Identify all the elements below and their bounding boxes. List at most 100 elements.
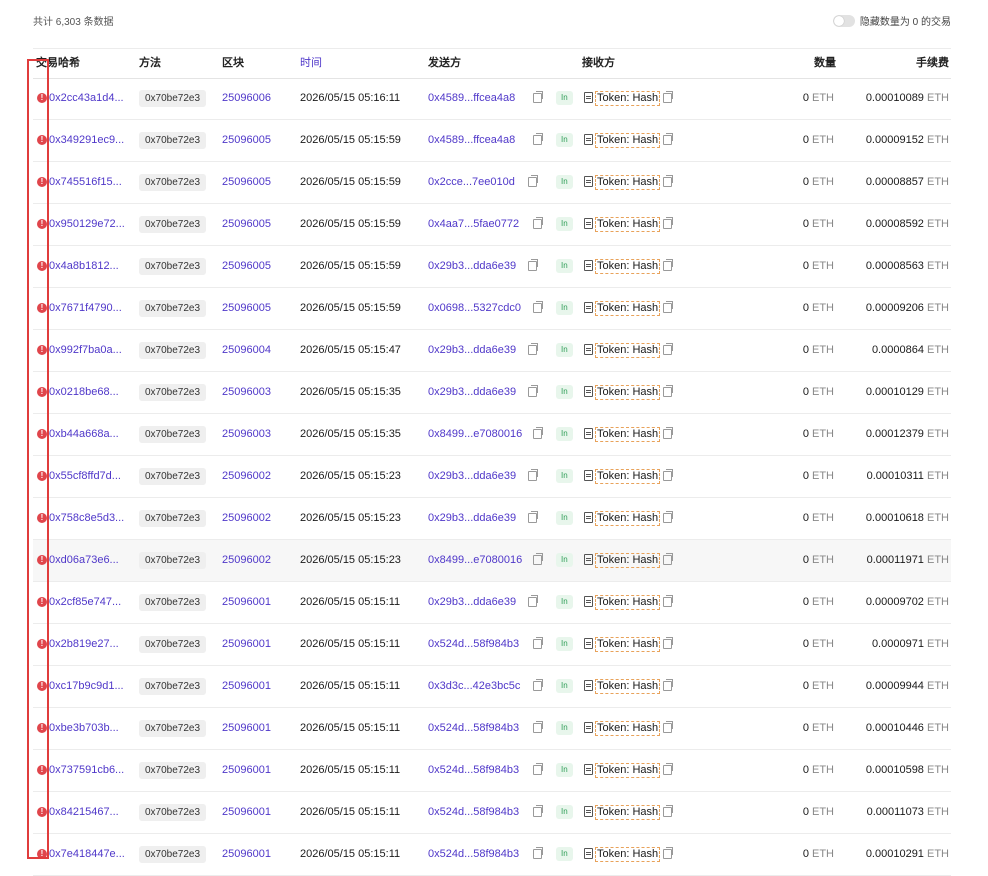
to-address-link[interactable]: Token: Hash [595,511,661,526]
to-address-link[interactable]: Token: Hash [595,595,661,610]
block-link[interactable]: 25096005 [222,134,271,147]
copy-icon[interactable] [663,637,673,649]
hide-zero-toggle[interactable]: 隐藏数量为 0 的交易 [832,13,951,28]
tx-hash-link[interactable]: 0x745516f15... [49,176,122,189]
copy-icon[interactable] [533,805,543,817]
tx-hash-link[interactable]: 0xbe3b703b... [49,722,119,735]
block-link[interactable]: 25096002 [222,554,271,567]
copy-icon[interactable] [533,133,543,145]
tx-hash-link[interactable]: 0x7671f4790... [49,302,122,315]
tx-hash-link[interactable]: 0xc17b9c9d1... [49,680,124,693]
block-link[interactable]: 25096002 [222,512,271,525]
from-address-link[interactable]: 0x29b3...dda6e39 [428,470,516,483]
copy-icon[interactable] [533,91,543,103]
block-link[interactable]: 25096001 [222,722,271,735]
tx-hash-link[interactable]: 0x84215467... [49,806,119,819]
from-address-link[interactable]: 0x29b3...dda6e39 [428,596,516,609]
copy-icon[interactable] [533,427,543,439]
from-address-link[interactable]: 0x8499...e7080016 [428,554,522,567]
to-address-link[interactable]: Token: Hash [595,553,661,568]
copy-icon[interactable] [528,469,538,481]
tx-hash-link[interactable]: 0x2b819e27... [49,638,119,651]
from-address-link[interactable]: 0x2cce...7ee010d [428,176,515,189]
to-address-link[interactable]: Token: Hash [595,805,661,820]
copy-icon[interactable] [533,301,543,313]
copy-icon[interactable] [663,595,673,607]
copy-icon[interactable] [533,721,543,733]
col-time[interactable]: 时间 [300,54,322,70]
block-link[interactable]: 25096004 [222,344,271,357]
copy-icon[interactable] [663,259,673,271]
block-link[interactable]: 25096005 [222,260,271,273]
tx-hash-link[interactable]: 0x55cf8ffd7d... [49,470,121,483]
tx-hash-link[interactable]: 0xb44a668a... [49,428,119,441]
from-address-link[interactable]: 0x4589...ffcea4a8 [428,92,515,105]
block-link[interactable]: 25096001 [222,680,271,693]
copy-icon[interactable] [663,343,673,355]
to-address-link[interactable]: Token: Hash [595,427,661,442]
copy-icon[interactable] [663,301,673,313]
block-link[interactable]: 25096001 [222,596,271,609]
to-address-link[interactable]: Token: Hash [595,217,661,232]
block-link[interactable]: 25096001 [222,638,271,651]
copy-icon[interactable] [533,553,543,565]
from-address-link[interactable]: 0x524d...58f984b3 [428,764,519,777]
block-link[interactable]: 25096001 [222,848,271,861]
copy-icon[interactable] [528,595,538,607]
to-address-link[interactable]: Token: Hash [595,847,661,862]
toggle-switch[interactable] [832,14,855,27]
copy-icon[interactable] [528,259,538,271]
to-address-link[interactable]: Token: Hash [595,259,661,274]
copy-icon[interactable] [533,217,543,229]
copy-icon[interactable] [663,847,673,859]
to-address-link[interactable]: Token: Hash [595,175,661,190]
to-address-link[interactable]: Token: Hash [595,469,661,484]
copy-icon[interactable] [528,511,538,523]
tx-hash-link[interactable]: 0x758c8e5d3... [49,512,124,525]
to-address-link[interactable]: Token: Hash [595,637,661,652]
tx-hash-link[interactable]: 0x992f7ba0a... [49,344,122,357]
from-address-link[interactable]: 0x29b3...dda6e39 [428,260,516,273]
to-address-link[interactable]: Token: Hash [595,343,661,358]
copy-icon[interactable] [533,637,543,649]
from-address-link[interactable]: 0x524d...58f984b3 [428,806,519,819]
to-address-link[interactable]: Token: Hash [595,133,661,148]
from-address-link[interactable]: 0x524d...58f984b3 [428,638,519,651]
tx-hash-link[interactable]: 0x4a8b1812... [49,260,119,273]
copy-icon[interactable] [663,679,673,691]
from-address-link[interactable]: 0x29b3...dda6e39 [428,344,516,357]
block-link[interactable]: 25096002 [222,470,271,483]
copy-icon[interactable] [663,805,673,817]
copy-icon[interactable] [663,385,673,397]
copy-icon[interactable] [528,175,538,187]
tx-hash-link[interactable]: 0x349291ec9... [49,134,124,147]
copy-icon[interactable] [663,553,673,565]
to-address-link[interactable]: Token: Hash [595,91,661,106]
copy-icon[interactable] [663,469,673,481]
tx-hash-link[interactable]: 0x2cf85e747... [49,596,121,609]
to-address-link[interactable]: Token: Hash [595,385,661,400]
to-address-link[interactable]: Token: Hash [595,721,661,736]
copy-icon[interactable] [663,511,673,523]
copy-icon[interactable] [533,679,543,691]
tx-hash-link[interactable]: 0x7e418447e... [49,848,125,861]
copy-icon[interactable] [663,427,673,439]
block-link[interactable]: 25096001 [222,806,271,819]
tx-hash-link[interactable]: 0x737591cb6... [49,764,124,777]
block-link[interactable]: 25096003 [222,428,271,441]
copy-icon[interactable] [663,91,673,103]
from-address-link[interactable]: 0x0698...5327cdc0 [428,302,521,315]
copy-icon[interactable] [663,763,673,775]
block-link[interactable]: 25096006 [222,92,271,105]
from-address-link[interactable]: 0x4aa7...5fae0772 [428,218,519,231]
to-address-link[interactable]: Token: Hash [595,679,661,694]
copy-icon[interactable] [663,217,673,229]
copy-icon[interactable] [533,763,543,775]
from-address-link[interactable]: 0x29b3...dda6e39 [428,386,516,399]
from-address-link[interactable]: 0x524d...58f984b3 [428,722,519,735]
block-link[interactable]: 25096003 [222,386,271,399]
copy-icon[interactable] [533,847,543,859]
block-link[interactable]: 25096001 [222,764,271,777]
block-link[interactable]: 25096005 [222,302,271,315]
copy-icon[interactable] [528,385,538,397]
